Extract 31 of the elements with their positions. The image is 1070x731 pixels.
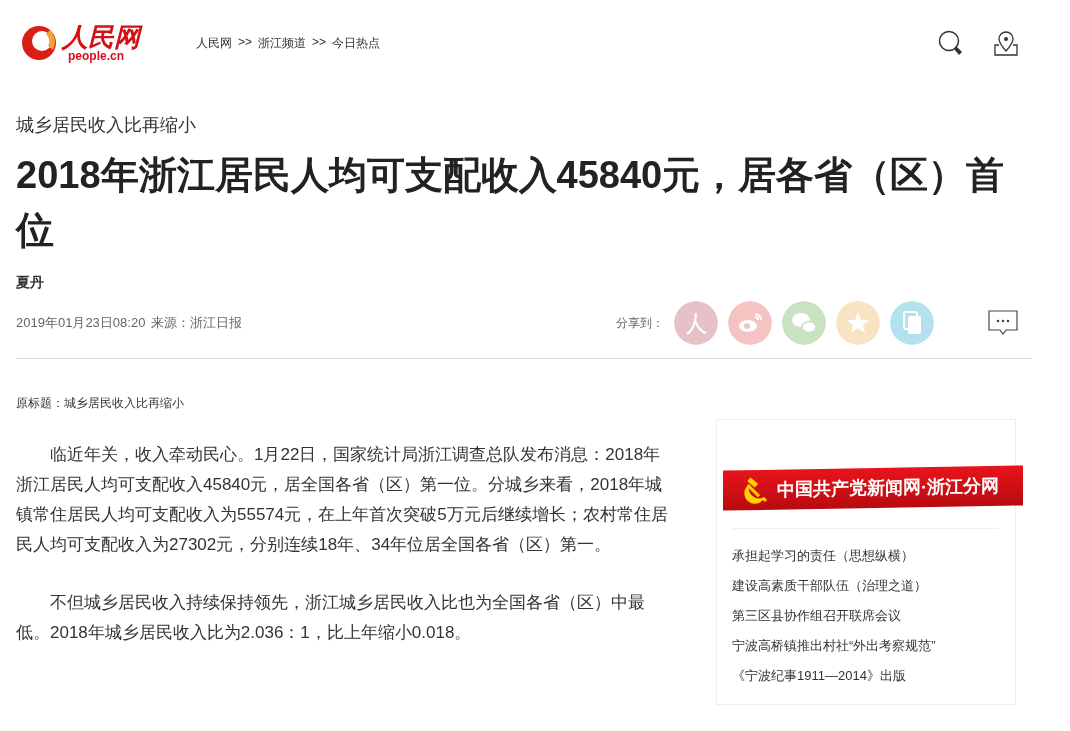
share-people-button[interactable] [674,301,718,345]
news-link[interactable]: 第三区县协作组召开联席会议 [732,608,901,623]
share-wechat-button[interactable] [782,301,826,345]
article-kicker: 城乡居民收入比再缩小 [16,114,197,137]
news-link[interactable]: 《宁波纪事1911—2014》出版 [732,668,906,683]
banner[interactable]: 中国共产党新闻网·浙江分网 [723,465,1023,511]
article-paragraph: 不但城乡居民收入持续保持领先，浙江城乡居民收入比也为全国各省（区）中最低。2018年城乡居民收入比为2.036：1，比上年缩小0.018。 [16,592,646,644]
publish-date: 2019年01月23日08:20 [16,314,146,332]
breadcrumb-link[interactable]: 人民网 [196,34,232,52]
breadcrumb-separator: >> [312,34,327,51]
breadcrumb-separator: >> [238,34,252,51]
author-name: 夏丹 [16,274,45,292]
article-paragraph: 临近年关，收入牵动民心。1月22日，国家统计局浙江调查总队发布消息：2018年浙江居民人均可支配收入45840元，居全国各省（区）第一位。分城乡来看，2018年城镇常住居民人均可支配收入为55574元，在上年首次突破5万元后继续增长；农村常住居民人均可支配收入为27302元，分别连续18年、34年位居全国各省（区）第一。 [16,444,669,556]
article-title: 2018年浙江居民人均可支配收入45840元，居各省（区）首位 [16,153,1006,253]
breadcrumb-link[interactable]: 今日热点 [332,34,381,52]
emblem-icon [741,475,769,505]
share-copy-button[interactable] [890,301,934,345]
breadcrumb-link[interactable]: 浙江频道 [258,34,306,52]
news-link[interactable]: 承担起学习的责任（思想纵横） [732,548,914,563]
share-qzone-button[interactable] [836,301,880,345]
original-title: 原标题：城乡居民收入比再缩小 [16,395,185,412]
comment-icon[interactable] [988,310,1018,336]
location-pin-icon[interactable] [994,30,1018,56]
news-link[interactable]: 宁波高桥镇推出村社“外出考察规范” [732,638,936,653]
article-source: 来源：浙江日报 [151,314,243,332]
logo-domain[interactable]: people.cn [68,50,140,62]
share-weibo-button[interactable] [728,301,772,345]
banner-title: 中国共产党新闻网·浙江分网 [777,474,999,502]
news-link[interactable]: 建设高素质干部队伍（治理之道） [732,578,927,593]
share-label: 分享到： [616,314,664,332]
logo-icon[interactable] [20,24,58,62]
